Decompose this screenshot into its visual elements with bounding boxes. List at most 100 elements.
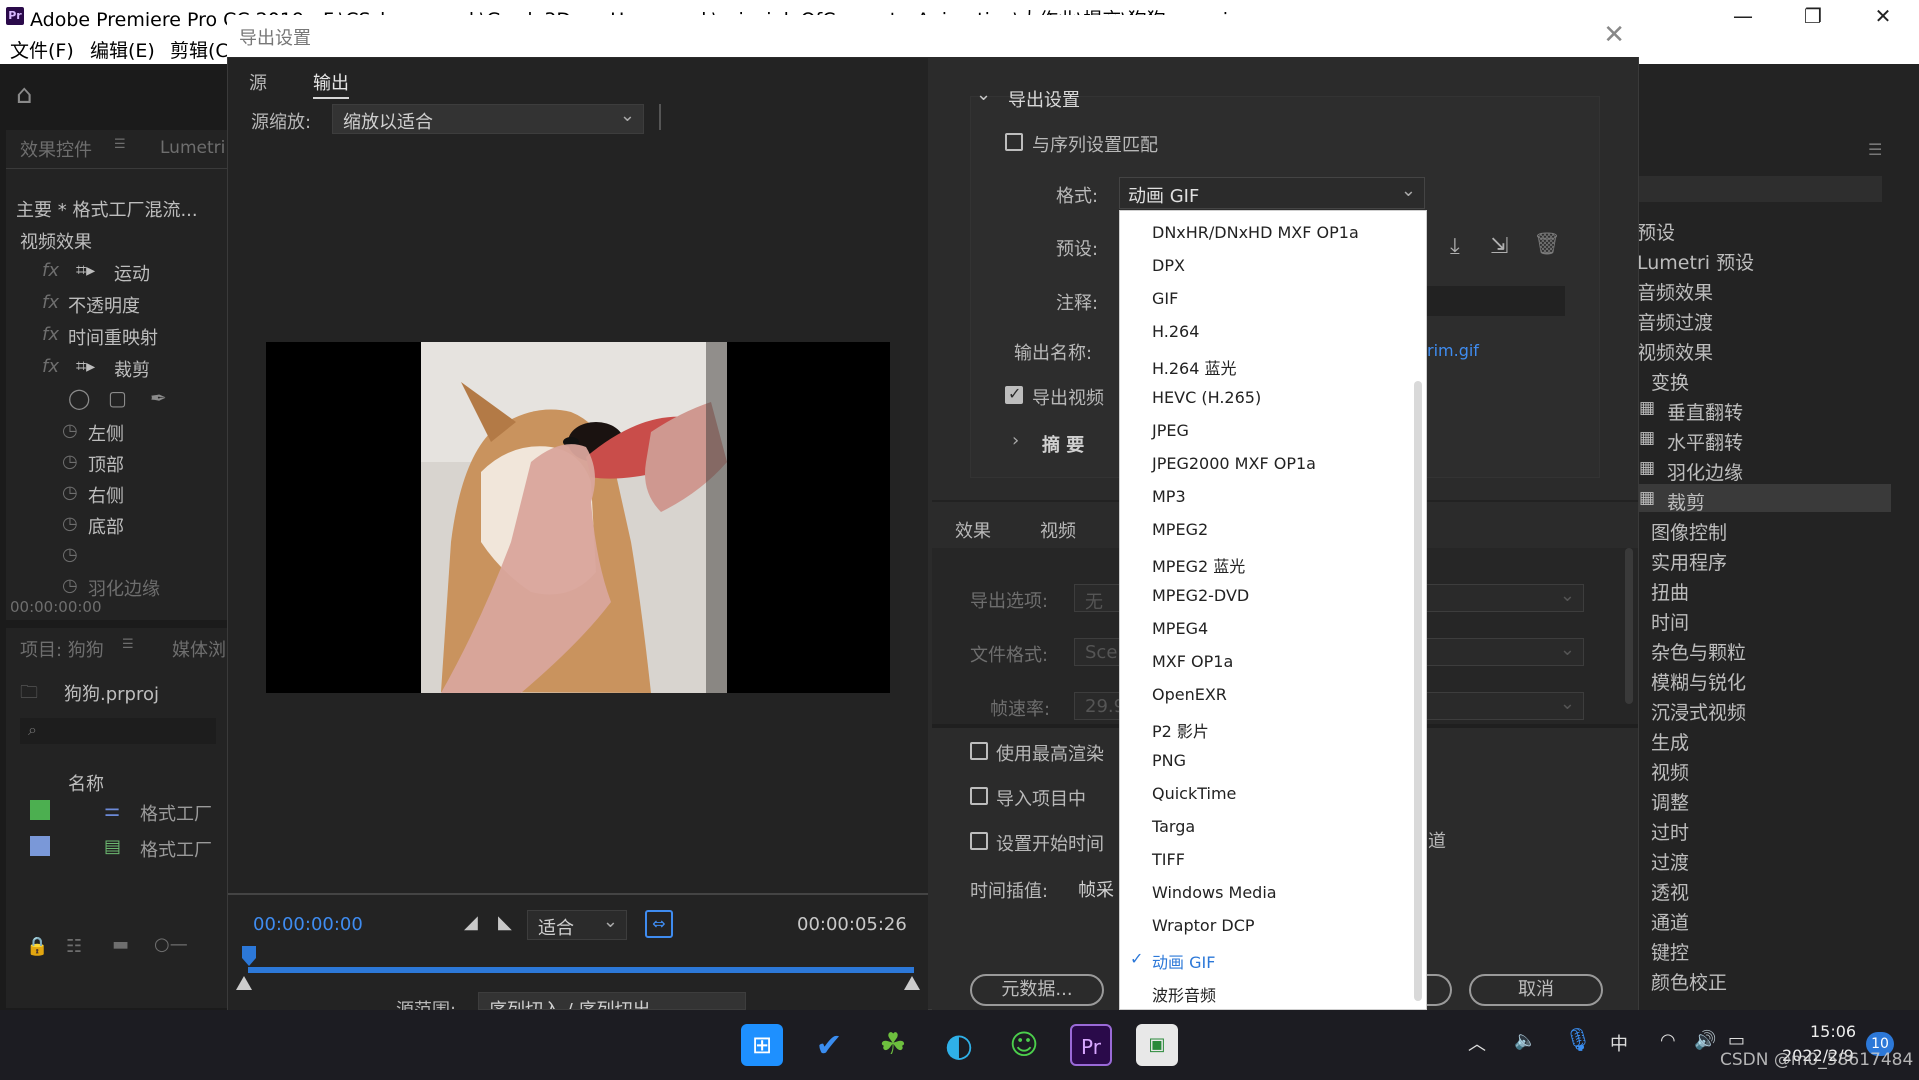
import-project-checkbox[interactable] [970,787,988,805]
tab-output[interactable]: 输出 [313,69,349,99]
aspect-correct-icon[interactable]: ⇔ [645,910,673,938]
panel-menu-icon[interactable]: ☰ [1868,140,1882,159]
set-out-point-icon[interactable]: ◣ [498,912,512,933]
format-list-scrollbar[interactable] [1414,381,1422,1001]
format-option[interactable]: H.264 [1152,322,1199,341]
tab-lumetri[interactable]: Lumetri [160,138,225,158]
delete-preset-icon[interactable]: 🗑 [1533,232,1561,257]
project-search-input[interactable] [20,718,216,744]
format-option[interactable]: MPEG2 蓝光 [1152,553,1245,577]
premiere-taskbar-icon[interactable]: Pr [1070,1024,1112,1066]
source-scale-dropdown[interactable]: 缩放以适合 ⌄ [332,104,644,134]
minimize-icon[interactable]: — [1708,0,1778,32]
clip-label[interactable]: 主要 * 格式工厂混流... [16,196,198,222]
close-icon[interactable]: ✕ [1848,0,1918,32]
effects-list-item[interactable]: 音频效果 [1637,278,1713,305]
panel-menu-icon[interactable]: ☰ [122,637,134,652]
zoom-slider[interactable]: ○— [154,934,188,955]
output-name-link[interactable]: rim.gif [1427,341,1479,360]
effects-list-item[interactable]: 键控 [1651,938,1689,965]
match-sequence-checkbox[interactable] [1005,133,1023,151]
effects-list-item[interactable]: 过渡 [1651,848,1689,875]
effects-list-item[interactable]: 透视 [1651,878,1689,905]
effects-list-item[interactable]: 通道 [1651,908,1689,935]
home-icon[interactable]: ⌂ [16,80,33,110]
effects-list-item[interactable]: 视频效果 [1637,338,1713,365]
project-row[interactable]: 格式工厂 [140,800,212,826]
stopwatch-icon[interactable]: ◷ [62,482,78,503]
wechat-icon[interactable]: ☺ [1003,1024,1045,1066]
windows-start-icon[interactable]: ⊞ [741,1024,783,1066]
rect-mask-icon[interactable]: ▢ [108,386,127,410]
tab-effect-controls[interactable]: 效果控件 [20,136,92,162]
edge-browser-icon[interactable]: ◐ [938,1024,980,1066]
current-timecode[interactable]: 00:00:00:00 [253,914,363,935]
export-video-checkbox[interactable] [1005,384,1023,404]
timeline-scrubber[interactable] [248,967,914,973]
effects-list-item[interactable]: 图像控制 [1651,518,1727,545]
wifi-icon[interactable]: ◠ [1660,1030,1676,1051]
tab-media-browser[interactable]: 媒体浏 [172,636,226,662]
format-option[interactable]: MXF OP1a [1152,652,1233,671]
effects-list-item[interactable]: 沉浸式视频 [1651,698,1746,725]
expand-chevron-icon[interactable]: › [1012,430,1019,451]
effects-list-item[interactable]: 羽化边缘 [1667,458,1743,485]
source-range-dropdown[interactable]: 序列切入 / 序列切出 [478,992,746,1010]
effects-list-item[interactable]: 调整 [1651,788,1689,815]
format-option[interactable]: QuickTime [1152,784,1236,803]
speaker-icon[interactable]: 🔈 [1514,1030,1536,1051]
format-option[interactable]: MPEG4 [1152,619,1208,638]
effects-list-item[interactable]: 实用程序 [1651,548,1727,575]
effect-crop[interactable]: 裁剪 [114,356,150,382]
format-option[interactable]: Windows Media [1152,883,1277,902]
icon-view-icon[interactable]: ▬ [112,934,129,955]
effects-list-item[interactable]: 扭曲 [1651,578,1689,605]
format-option[interactable]: DNxHR/DNxHD MXF OP1a [1152,223,1359,242]
microphone-icon[interactable]: 🎙 [1564,1028,1592,1053]
effects-list-item[interactable]: 模糊与锐化 [1651,668,1746,695]
todo-app-icon[interactable]: ✔ [808,1024,850,1066]
import-preset-icon[interactable]: ⇲ [1490,234,1508,259]
format-factory-icon[interactable]: ▣ [1136,1024,1178,1066]
clock-time[interactable]: 15:06 [1810,1022,1856,1041]
in-point-handle[interactable] [236,976,252,990]
effect-opacity[interactable]: 不透明度 [68,292,140,318]
effects-list-item[interactable]: 裁剪 [1667,488,1705,515]
effect-motion[interactable]: 运动 [114,260,150,286]
project-row[interactable]: 格式工厂 [140,836,212,862]
format-option[interactable]: JPEG2000 MXF OP1a [1152,454,1316,473]
tab-source[interactable]: 源 [249,69,267,95]
list-view-icon[interactable]: ☷ [66,936,82,957]
effects-list-item[interactable]: 音频过渡 [1637,308,1713,335]
collapse-chevron-icon[interactable]: ⌄ [976,84,991,105]
max-render-checkbox[interactable] [970,742,988,760]
format-option[interactable]: Targa [1152,817,1195,836]
lock-icon[interactable]: 🔒 [26,936,48,957]
effects-list-item[interactable]: 垂直翻转 [1667,398,1743,425]
fit-dropdown[interactable]: 适合 ⌄ [527,910,627,940]
set-in-point-icon[interactable]: ◢ [464,912,478,933]
effects-list-item[interactable]: Lumetri 预设 [1637,248,1754,275]
format-option[interactable]: HEVC (H.265) [1152,388,1261,407]
effects-list-item[interactable]: 时间 [1651,608,1689,635]
show-hidden-icons-icon[interactable]: ︿ [1468,1030,1486,1056]
format-option[interactable]: 波形音频 [1152,982,1216,1006]
clover-app-icon[interactable]: ☘ [872,1024,914,1066]
effects-list-item[interactable]: 颜色校正 [1651,968,1727,995]
format-option[interactable]: DPX [1152,256,1185,275]
menu-edit[interactable]: 编辑(E) [90,36,155,63]
tab-video[interactable]: 视频 [1040,517,1076,543]
format-option[interactable]: MPEG2-DVD [1152,586,1249,605]
out-point-handle[interactable] [904,976,920,990]
format-option[interactable]: TIFF [1152,850,1185,869]
settings-scrollbar[interactable] [1625,548,1633,704]
menu-file[interactable]: 文件(F) [10,36,74,63]
dialog-close-icon[interactable]: ✕ [1603,20,1625,50]
stopwatch-icon[interactable]: ◷ [62,544,78,565]
format-option[interactable]: JPEG [1152,421,1189,440]
effects-list-item[interactable]: 视频 [1651,758,1689,785]
effects-list-item[interactable]: 水平翻转 [1667,428,1743,455]
format-option[interactable]: GIF [1152,289,1178,308]
column-name-header[interactable]: 名称 [68,770,104,796]
format-option[interactable]: Wraptor DCP [1152,916,1255,935]
